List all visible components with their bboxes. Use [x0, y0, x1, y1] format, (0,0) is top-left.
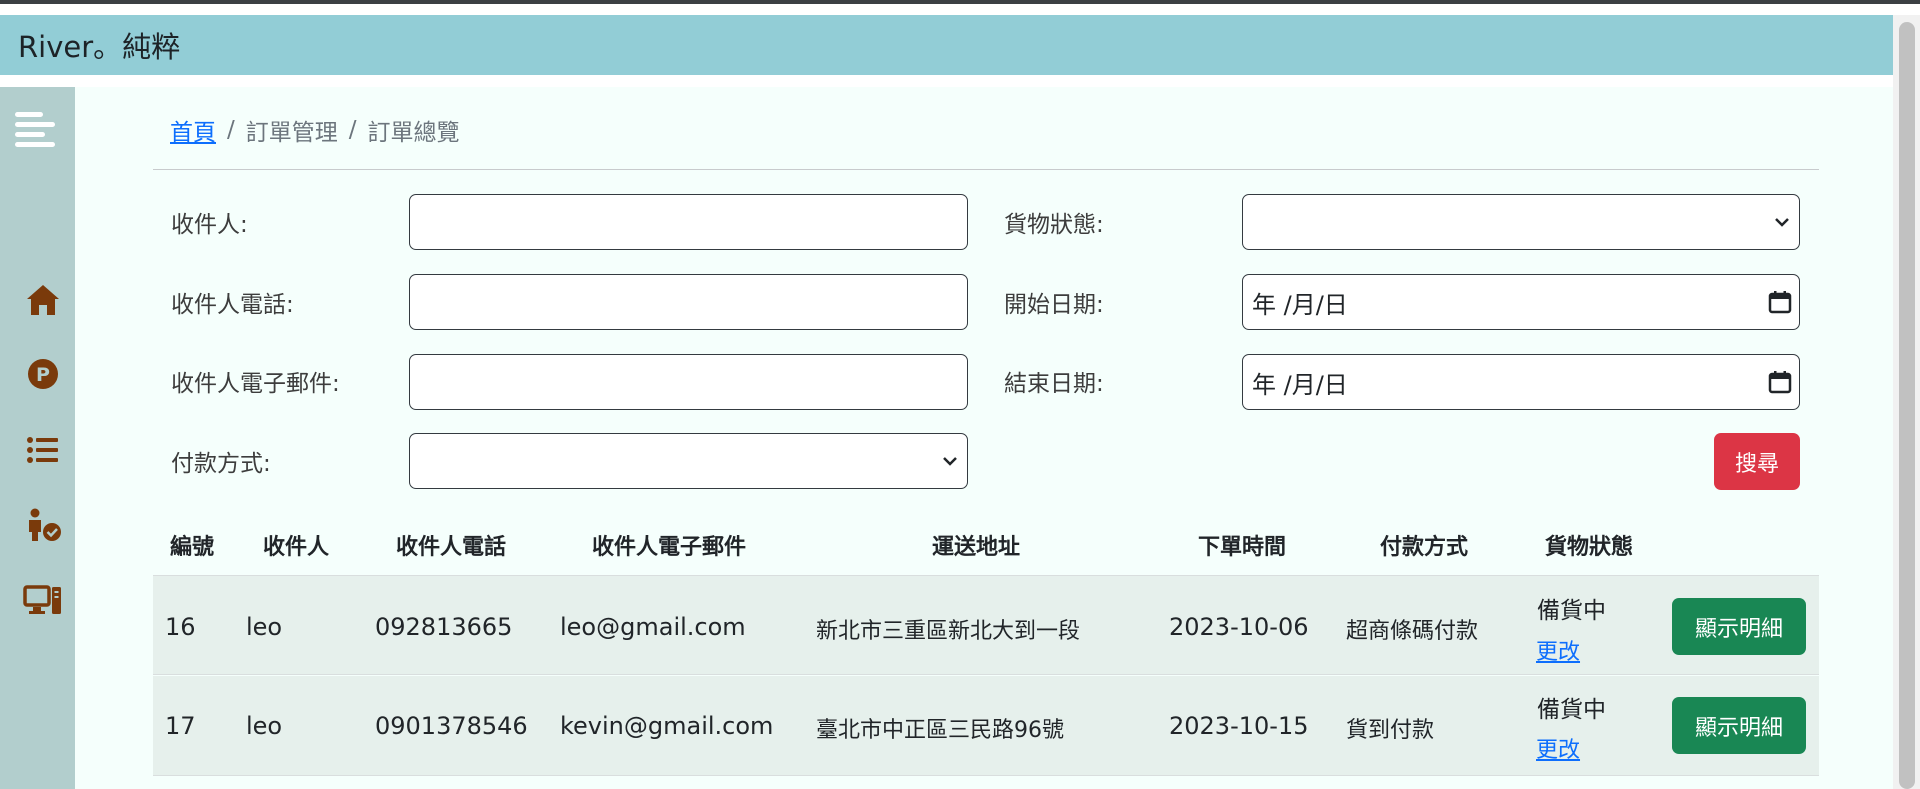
svg-text:P: P — [36, 364, 50, 386]
cell-recipient: leo — [246, 712, 283, 740]
start-date-label: 開始日期: — [1004, 292, 1104, 318]
table-row: 17 leo 0901378546 kevin@gmail.com 臺北市中正區… — [153, 676, 1819, 776]
end-date-label: 結束日期: — [1004, 371, 1104, 397]
end-date-value: 年 /月/日 — [1252, 370, 1348, 399]
app-header: River。純粹 — [0, 15, 1893, 75]
cell-recipient: leo — [246, 613, 283, 641]
column-header-payment: 付款方式 — [1380, 535, 1469, 560]
cell-order-date: 2023-10-15 — [1169, 712, 1309, 740]
cell-status: 備貨中 — [1537, 598, 1606, 624]
breadcrumb-separator: / — [227, 117, 235, 143]
browser-top-gap — [0, 4, 1920, 15]
divider — [153, 169, 1819, 170]
points-icon[interactable]: P — [20, 351, 66, 397]
column-header-email: 收件人電子郵件 — [592, 535, 747, 560]
cell-phone: 0901378546 — [375, 712, 528, 740]
change-status-link[interactable]: 更改 — [1536, 732, 1580, 764]
breadcrumb: 首頁 / 訂單管理 / 訂單總覽 — [170, 113, 460, 147]
calendar-icon[interactable] — [1767, 289, 1793, 315]
column-header-order-date: 下單時間 — [1198, 535, 1287, 560]
cell-address: 臺北市中正區三民路96號 — [816, 718, 1064, 743]
brand-title: River。純粹 — [18, 30, 181, 64]
column-header-address: 運送地址 — [932, 535, 1021, 560]
email-label: 收件人電子郵件: — [171, 371, 340, 397]
show-details-button[interactable]: 顯示明細 — [1672, 697, 1806, 754]
breadcrumb-separator: / — [348, 117, 357, 143]
phone-input[interactable] — [409, 274, 968, 330]
computer-icon[interactable] — [20, 577, 66, 623]
cell-order-date: 2023-10-06 — [1169, 613, 1309, 641]
payment-label: 付款方式: — [171, 451, 271, 477]
column-header-recipient: 收件人 — [263, 535, 330, 560]
home-icon[interactable] — [20, 277, 66, 323]
cell-email: leo@gmail.com — [560, 613, 746, 641]
phone-input-box[interactable] — [419, 289, 958, 315]
email-input[interactable] — [409, 354, 968, 410]
cell-email: kevin@gmail.com — [560, 712, 774, 740]
phone-label: 收件人電話: — [171, 292, 294, 318]
sidebar: P — [0, 87, 75, 789]
recipient-input[interactable] — [409, 194, 968, 250]
cell-payment: 貨到付款 — [1346, 718, 1435, 743]
recipient-input-box[interactable] — [419, 209, 958, 235]
show-details-button[interactable]: 顯示明細 — [1672, 598, 1806, 655]
status-label: 貨物狀態: — [1004, 212, 1104, 238]
chevron-down-icon — [1775, 218, 1789, 227]
search-button[interactable]: 搜尋 — [1714, 433, 1800, 490]
change-status-link[interactable]: 更改 — [1536, 634, 1580, 666]
cell-id: 16 — [165, 613, 196, 641]
calendar-icon[interactable] — [1767, 369, 1793, 395]
column-header-id: 編號 — [170, 535, 215, 560]
cell-payment: 超商條碼付款 — [1346, 619, 1479, 644]
email-input-box[interactable] — [419, 369, 958, 395]
list-icon[interactable] — [20, 427, 66, 473]
person-check-icon[interactable] — [20, 502, 66, 548]
start-date-value: 年 /月/日 — [1252, 290, 1348, 319]
breadcrumb-order-overview: 訂單總覽 — [367, 120, 460, 146]
table-row: 16 leo 092813665 leo@gmail.com 新北市三重區新北大… — [153, 575, 1819, 675]
column-header-phone: 收件人電話 — [396, 535, 507, 560]
column-header-status: 貨物狀態 — [1545, 535, 1634, 560]
end-date-input[interactable]: 年 /月/日 — [1242, 354, 1800, 410]
recipient-label: 收件人: — [171, 212, 248, 238]
payment-select[interactable] — [409, 433, 968, 489]
status-select[interactable] — [1242, 194, 1800, 250]
cell-status: 備貨中 — [1537, 697, 1606, 723]
cell-phone: 092813665 — [375, 613, 513, 641]
cell-address: 新北市三重區新北大到一段 — [816, 619, 1081, 644]
cell-id: 17 — [165, 712, 196, 740]
chevron-down-icon — [943, 457, 957, 466]
breadcrumb-order-management: 訂單管理 — [245, 120, 338, 146]
start-date-input[interactable]: 年 /月/日 — [1242, 274, 1800, 330]
page-scrollbar-thumb[interactable] — [1899, 22, 1915, 789]
menu-icon[interactable] — [13, 107, 57, 151]
breadcrumb-home-link[interactable]: 首頁 — [170, 113, 216, 147]
